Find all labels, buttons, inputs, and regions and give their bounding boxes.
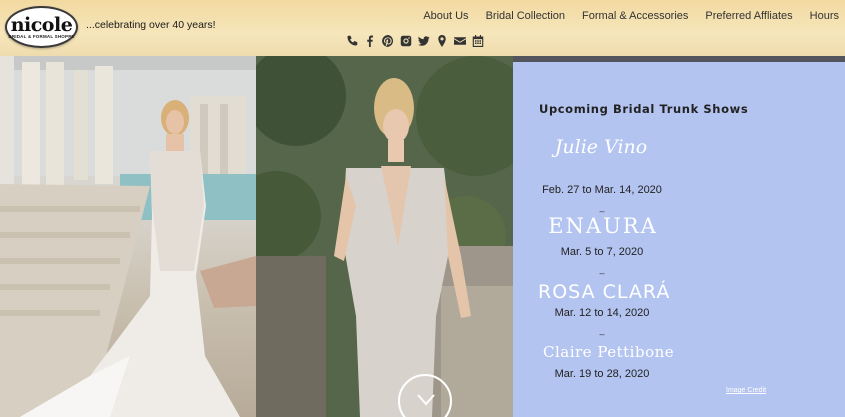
- facebook-icon[interactable]: [364, 34, 376, 47]
- hero-section: Upcoming Bridal Trunk Shows Julie Vino F…: [0, 56, 845, 417]
- social-links: [346, 34, 484, 47]
- pinterest-icon[interactable]: [382, 34, 394, 47]
- separator: –: [599, 329, 605, 339]
- bride-garden-image: [231, 56, 536, 417]
- bride-columns-image: [0, 56, 256, 417]
- show-dates-claire-pettibone: Mar. 19 to 28, 2020: [554, 368, 650, 380]
- trunk-show-panel: Upcoming Bridal Trunk Shows Julie Vino F…: [513, 62, 845, 417]
- brand-logo-rosa-clara[interactable]: ROSA CLARÁ: [538, 281, 669, 303]
- nav-about-us[interactable]: About Us: [423, 10, 468, 22]
- logo[interactable]: nicole BRIDAL & FORMAL SHOPPE: [5, 6, 78, 48]
- brand-logo-claire-pettibone[interactable]: Claire Pettibone: [543, 343, 674, 361]
- brand-logo-julie-vino[interactable]: Julie Vino: [551, 136, 651, 158]
- show-dates-enaura: Mar. 5 to 7, 2020: [560, 246, 644, 258]
- show-dates-julie-vino: Feb. 27 to Mar. 14, 2020: [542, 184, 662, 196]
- nav-preferred-affiliates[interactable]: Preferred Affliates: [705, 10, 792, 22]
- logo-wordmark: nicole: [10, 13, 73, 36]
- chevron-down-icon: [417, 394, 435, 406]
- image-credit-link[interactable]: Image Credit: [726, 387, 766, 394]
- logo-subtitle: BRIDAL & FORMAL SHOPPE: [8, 33, 75, 39]
- separator: –: [599, 268, 605, 278]
- twitter-icon[interactable]: [418, 34, 430, 47]
- calendar-icon[interactable]: [472, 34, 484, 47]
- email-icon[interactable]: [454, 34, 466, 47]
- nav-hours[interactable]: Hours: [810, 10, 839, 22]
- site-header: nicole BRIDAL & FORMAL SHOPPE ...celebra…: [0, 0, 845, 56]
- nav-formal-accessories[interactable]: Formal & Accessories: [582, 10, 688, 22]
- bride-photo-left: [0, 56, 256, 417]
- brand-logo-enaura[interactable]: ENAURA: [548, 214, 658, 238]
- show-dates-rosa-clara: Mar. 12 to 14, 2020: [554, 307, 650, 319]
- main-nav: About Us Bridal Collection Formal & Acce…: [423, 10, 839, 22]
- nav-bridal-collection[interactable]: Bridal Collection: [486, 10, 565, 22]
- phone-icon[interactable]: [346, 34, 358, 47]
- tagline: ...celebrating over 40 years!: [86, 19, 216, 31]
- map-pin-icon[interactable]: [436, 34, 448, 47]
- trunk-show-title: Upcoming Bridal Trunk Shows: [539, 102, 749, 116]
- bride-photo-middle: [231, 56, 536, 417]
- instagram-icon[interactable]: [400, 34, 412, 47]
